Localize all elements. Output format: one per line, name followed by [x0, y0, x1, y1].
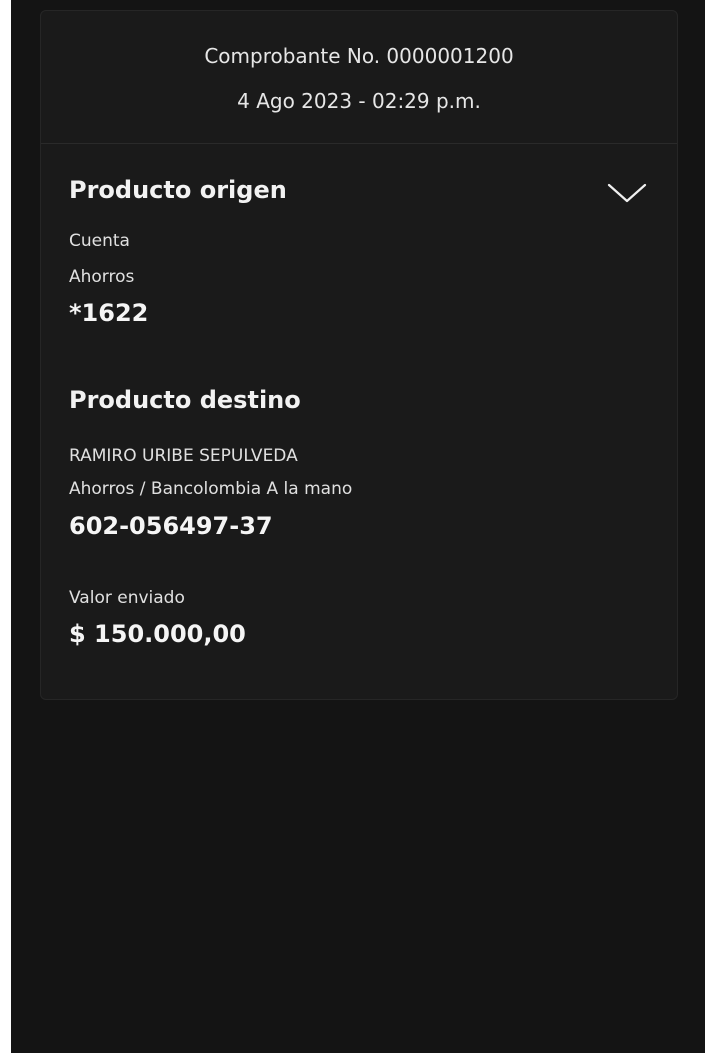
origin-account-number: *1622	[69, 299, 149, 327]
receipt-card: Comprobante No. 0000001200 4 Ago 2023 - …	[40, 10, 678, 700]
amount-label: Valor enviado	[69, 588, 185, 608]
receipt-datetime: 4 Ago 2023 - 02:29 p.m.	[237, 89, 481, 113]
origin-type-line1: Cuenta	[69, 231, 130, 251]
destination-section-title: Producto destino	[69, 386, 301, 414]
receipt-number: Comprobante No. 0000001200	[204, 44, 514, 68]
destination-holder-name: RAMIRO URIBE SEPULVEDA	[69, 446, 298, 466]
origin-section-title: Producto origen	[69, 176, 287, 204]
destination-account-number: 602-056497-37	[69, 512, 273, 540]
chevron-down-icon[interactable]	[607, 181, 647, 205]
origin-type-line2: Ahorros	[69, 267, 135, 287]
amount-value: $ 150.000,00	[69, 620, 246, 648]
destination-account-type: Ahorros / Bancolombia A la mano	[69, 479, 353, 499]
receipt-header: Comprobante No. 0000001200 4 Ago 2023 - …	[41, 11, 677, 144]
app-screen: Comprobante No. 0000001200 4 Ago 2023 - …	[11, 0, 705, 1053]
